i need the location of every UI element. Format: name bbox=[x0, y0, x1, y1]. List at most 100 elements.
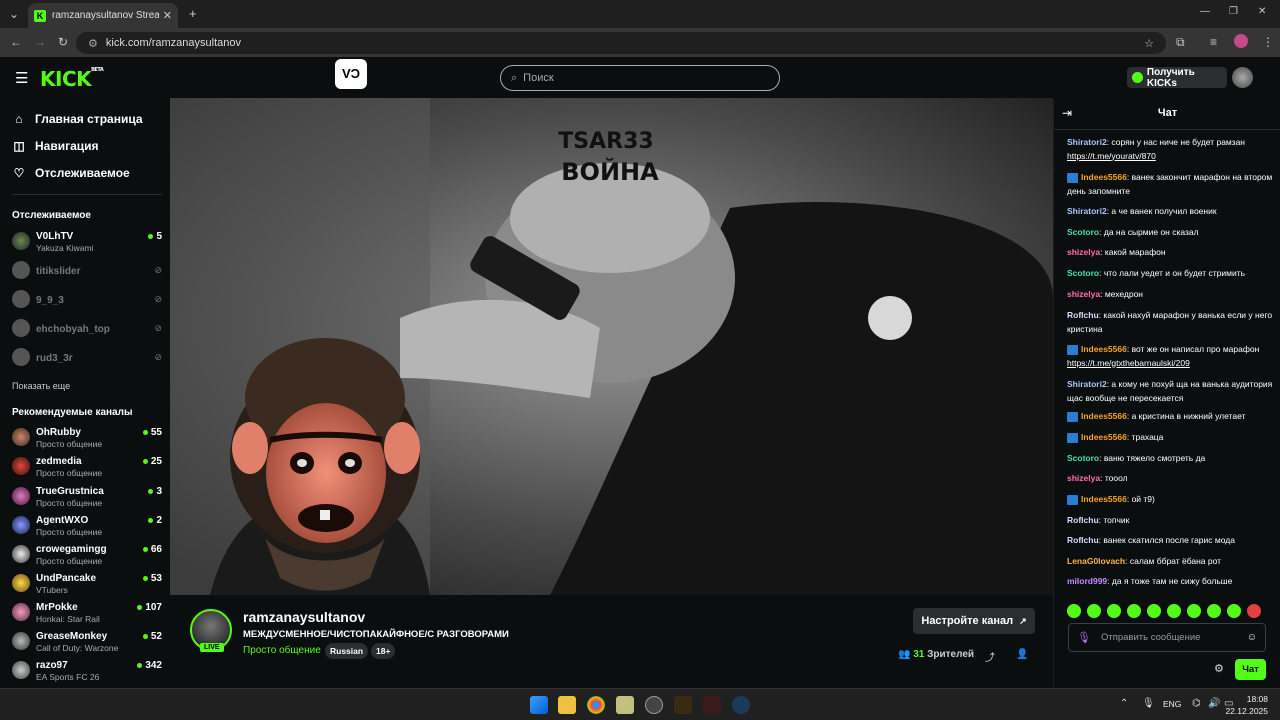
tag-age[interactable]: 18+ bbox=[371, 643, 396, 659]
recommended-channel[interactable]: crowegamingg Просто общение 66 bbox=[12, 541, 162, 569]
nav-following[interactable]: ♡ Отслеживаемое bbox=[12, 166, 130, 180]
emote-icon[interactable] bbox=[1187, 604, 1201, 618]
address-bar[interactable]: ⚙ kick.com/ramzanaysultanov ☆ bbox=[76, 32, 1166, 54]
chat-username[interactable]: Shiratori2 bbox=[1067, 137, 1107, 147]
followed-channel[interactable]: V0LhTV Yakuza Kiwami 5 bbox=[12, 228, 162, 256]
volume-icon[interactable]: 🔊 bbox=[1208, 698, 1220, 709]
windows-start-icon[interactable] bbox=[530, 696, 548, 714]
emote-icon[interactable] bbox=[1067, 604, 1081, 618]
extensions-icon[interactable]: ⧉ bbox=[1176, 35, 1185, 50]
recommended-channel[interactable]: MrPokke Honkai: Star Rail 107 bbox=[12, 599, 162, 627]
chat-username[interactable]: milord999 bbox=[1067, 576, 1107, 586]
chat-username[interactable]: shizelya bbox=[1067, 289, 1100, 299]
video-player[interactable]: TSAR33 ВОЙНА bbox=[170, 98, 1053, 595]
vpn-badge[interactable]: VƆ bbox=[335, 59, 367, 89]
chrome-icon[interactable] bbox=[587, 696, 605, 714]
emote-icon[interactable] bbox=[1107, 604, 1121, 618]
chat-send-button[interactable]: Чат bbox=[1235, 659, 1266, 680]
follow-user-icon[interactable]: 👤 bbox=[1016, 649, 1028, 660]
emoji-picker-icon[interactable]: ☺ bbox=[1247, 632, 1257, 643]
emote-icon[interactable] bbox=[1127, 604, 1141, 618]
chat-settings-icon[interactable]: ⚙ bbox=[1214, 662, 1224, 675]
chat-link[interactable]: https://t.me/youratv/870 bbox=[1067, 151, 1156, 161]
emote-icon[interactable] bbox=[1167, 604, 1181, 618]
chat-username[interactable]: Shiratori2 bbox=[1067, 206, 1107, 216]
minimize-icon[interactable]: — bbox=[1200, 6, 1210, 17]
setup-channel-button[interactable]: Настройте канал ↗ bbox=[913, 608, 1035, 634]
emote-icon[interactable] bbox=[1207, 604, 1221, 618]
chat-username[interactable]: Indees5566 bbox=[1081, 411, 1127, 421]
window-close-icon[interactable]: ✕ bbox=[1258, 6, 1266, 17]
app-icon[interactable] bbox=[616, 696, 634, 714]
chat-input[interactable] bbox=[1100, 632, 1247, 643]
chat-username[interactable]: shizelya bbox=[1067, 247, 1100, 257]
tab-search-icon[interactable]: ⌄ bbox=[9, 7, 19, 21]
chat-username[interactable]: Scotoro bbox=[1067, 227, 1099, 237]
forward-icon[interactable]: → bbox=[34, 35, 46, 49]
followed-channel[interactable]: rud3_3r ⊘ bbox=[12, 344, 162, 372]
channel-name[interactable]: ramzanaysultanov bbox=[243, 609, 365, 625]
file-explorer-icon[interactable] bbox=[558, 696, 576, 714]
reload-icon[interactable]: ↻ bbox=[58, 35, 68, 49]
mic-icon[interactable]: 🎙 bbox=[1077, 631, 1091, 644]
tray-chevron-icon[interactable]: ⌃ bbox=[1120, 698, 1128, 709]
nav-home[interactable]: ⌂ Главная страница bbox=[12, 112, 142, 126]
reading-list-icon[interactable]: ≡ bbox=[1210, 35, 1217, 49]
recommended-channel[interactable]: AgentWXO Просто общение 2 bbox=[12, 512, 162, 540]
tag-language[interactable]: Russian bbox=[325, 643, 369, 659]
nav-browse[interactable]: ◫ Навигация bbox=[12, 139, 98, 153]
browser-tab[interactable]: K ramzanaysultanov Stream - Wa ✕ bbox=[28, 3, 178, 28]
browser-menu-icon[interactable]: ⋮ bbox=[1262, 35, 1274, 49]
app-icon[interactable] bbox=[703, 696, 721, 714]
profile-avatar[interactable] bbox=[1234, 34, 1248, 48]
recommended-channel[interactable]: zedmedia Просто общение 25 bbox=[12, 453, 162, 481]
chat-username[interactable]: Indees5566 bbox=[1081, 172, 1127, 182]
user-avatar[interactable] bbox=[1232, 67, 1253, 88]
back-icon[interactable]: ← bbox=[10, 35, 22, 49]
emote-icon[interactable] bbox=[1147, 604, 1161, 618]
emote-icon[interactable] bbox=[1227, 604, 1241, 618]
chat-username[interactable]: Scotoro bbox=[1067, 453, 1099, 463]
chat-username[interactable]: Roflchu bbox=[1067, 515, 1099, 525]
followed-channel[interactable]: 9_9_3 ⊘ bbox=[12, 286, 162, 314]
chat-input-box[interactable]: 🎙 ☺ bbox=[1068, 623, 1266, 652]
maximize-icon[interactable]: ❐ bbox=[1229, 6, 1238, 17]
app-icon[interactable] bbox=[674, 696, 692, 714]
search-input[interactable] bbox=[523, 72, 754, 84]
chat-username[interactable]: Roflchu bbox=[1067, 535, 1099, 545]
search-box[interactable]: ⌕ bbox=[500, 65, 780, 91]
followed-channel[interactable]: ehchobyah_top ⊘ bbox=[12, 315, 162, 343]
recommended-channel[interactable]: TrueGrustnica Просто общение 3 bbox=[12, 483, 162, 511]
language-indicator[interactable]: ENG bbox=[1163, 699, 1181, 709]
emote-icon[interactable] bbox=[1247, 604, 1261, 618]
chat-username[interactable]: Scotoro bbox=[1067, 268, 1099, 278]
recommended-channel[interactable]: OhRubby Просто общение 55 bbox=[12, 424, 162, 452]
site-info-icon[interactable]: ⚙ bbox=[88, 37, 98, 50]
chat-username[interactable]: LenaG0lovach bbox=[1067, 556, 1125, 566]
app-icon[interactable] bbox=[645, 696, 663, 714]
recommended-channel[interactable]: GreaseMonkey Call of Duty: Warzone 52 bbox=[12, 628, 162, 656]
show-more-link[interactable]: Показать еще bbox=[12, 381, 70, 391]
steam-icon[interactable] bbox=[732, 696, 750, 714]
chat-username[interactable]: Indees5566 bbox=[1081, 432, 1127, 442]
menu-icon[interactable]: ☰ bbox=[15, 69, 28, 87]
kick-logo[interactable]: KICKBETA bbox=[40, 67, 104, 91]
chat-username[interactable]: Shiratori2 bbox=[1067, 379, 1107, 389]
chat-username[interactable]: shizelya bbox=[1067, 473, 1100, 483]
recommended-channel[interactable]: razo97 EA Sports FC 26 342 bbox=[12, 657, 162, 685]
stream-category[interactable]: Просто общение bbox=[243, 645, 321, 656]
chat-username[interactable]: Indees5566 bbox=[1081, 494, 1127, 504]
followed-channel[interactable]: titikslider ⊘ bbox=[12, 257, 162, 285]
emote-icon[interactable] bbox=[1087, 604, 1101, 618]
bookmark-star-icon[interactable]: ☆ bbox=[1144, 37, 1154, 50]
mic-tray-icon[interactable]: 🎙 bbox=[1142, 698, 1155, 709]
chat-username[interactable]: Indees5566 bbox=[1081, 344, 1127, 354]
share-icon[interactable]: ⤴ bbox=[985, 649, 995, 664]
network-icon[interactable]: ⌬ bbox=[1192, 698, 1201, 709]
clock[interactable]: 18:08 22.12.2025 bbox=[1225, 693, 1268, 717]
chat-link[interactable]: https://t.me/gtxthebarnaulski/209 bbox=[1067, 358, 1190, 368]
get-kicks-button[interactable]: Получить KICKs bbox=[1127, 67, 1227, 89]
tab-close-icon[interactable]: ✕ bbox=[163, 9, 172, 22]
chat-username[interactable]: Roflchu bbox=[1067, 310, 1099, 320]
new-tab-icon[interactable]: + bbox=[189, 6, 197, 21]
